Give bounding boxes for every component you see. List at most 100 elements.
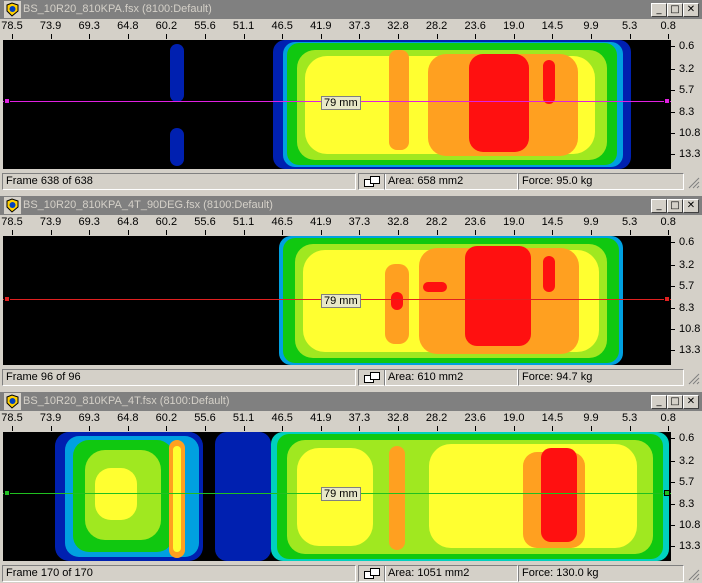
measure-handle-left[interactable] (4, 490, 10, 496)
x-tick-mark (591, 426, 592, 431)
x-tick-mark (205, 230, 206, 235)
x-tick-mark (630, 426, 631, 431)
close-button[interactable]: ✕ (683, 199, 699, 213)
windows-icon (364, 372, 380, 383)
window-title: BS_10R20_810KPA.fsx (8100:Default) (23, 3, 212, 15)
title-bar[interactable]: BS_10R20_810KPA_4T_90DEG.fsx (8100:Defau… (0, 196, 702, 215)
view-toggle[interactable] (358, 369, 386, 386)
x-axis-ruler: 78.5 73.9 69.3 64.8 60.2 55.6 51.1 46.5 41.9 37.3… (0, 411, 702, 432)
x-tick-label: 69.3 (78, 412, 100, 424)
x-tick-label: 55.6 (194, 412, 216, 424)
pressure-region (391, 292, 403, 310)
measure-handle-left[interactable] (4, 296, 10, 302)
y-tick-mark (671, 154, 675, 155)
minimize-button[interactable]: _ (651, 3, 667, 17)
minimize-button[interactable]: _ (651, 199, 667, 213)
x-tick-mark (475, 230, 476, 235)
windows-icon (364, 568, 380, 579)
x-tick-mark (668, 426, 669, 431)
x-tick-label: 73.9 (39, 20, 62, 32)
x-tick-mark (668, 34, 669, 39)
pressure-map[interactable]: 79 mm (3, 432, 671, 561)
measure-handle-left[interactable] (4, 98, 10, 104)
x-tick-mark (128, 230, 129, 235)
x-tick-mark (282, 426, 283, 431)
y-tick-mark (671, 525, 675, 526)
x-tick-mark (475, 34, 476, 39)
frame-counter: Frame 170 of 170 (2, 565, 356, 582)
x-tick-mark (244, 426, 245, 431)
x-tick-mark (12, 426, 13, 431)
y-tick-mark (671, 90, 675, 91)
pressure-window-2[interactable]: BS_10R20_810KPA_4T_90DEG.fsx (8100:Defau… (0, 196, 702, 387)
x-tick-label: 0.8 (660, 216, 676, 228)
x-tick-mark (437, 426, 438, 431)
y-tick-label: 0.6 (679, 236, 695, 248)
title-bar[interactable]: BS_10R20_810KPA_4T.fsx (8100:Default) _ … (0, 392, 702, 411)
pressure-map[interactable]: 79 mm (3, 236, 671, 365)
x-tick-label: 73.9 (39, 216, 62, 228)
y-tick-mark (671, 46, 675, 47)
resize-grip-icon[interactable] (688, 373, 700, 385)
pressure-region (173, 446, 181, 552)
pressure-window-3[interactable]: BS_10R20_810KPA_4T.fsx (8100:Default) _ … (0, 392, 702, 583)
x-tick-mark (359, 34, 360, 39)
x-tick-mark (514, 34, 515, 39)
x-tick-label: 19.0 (503, 412, 525, 424)
y-tick-mark (671, 242, 675, 243)
measure-handle-right[interactable] (664, 98, 670, 104)
x-tick-mark (282, 230, 283, 235)
view-toggle[interactable] (358, 565, 386, 582)
x-tick-label: 19.0 (503, 216, 525, 228)
y-tick-label: 0.6 (679, 40, 695, 52)
x-tick-label: 19.0 (503, 20, 525, 32)
resize-grip-icon[interactable] (688, 569, 700, 581)
x-tick-label: 64.8 (117, 20, 139, 32)
area-readout: Area: 610 mm2 (384, 369, 518, 386)
maximize-button[interactable]: □ (667, 199, 683, 213)
pressure-region (170, 44, 184, 102)
minimize-button[interactable]: _ (651, 395, 667, 409)
x-tick-label: 9.9 (583, 412, 599, 424)
pressure-window-1[interactable]: BS_10R20_810KPA.fsx (8100:Default) _ □ ✕… (0, 0, 702, 191)
measure-label: 79 mm (321, 294, 361, 308)
x-tick-label: 32.8 (387, 20, 409, 32)
measure-handle-right[interactable] (664, 490, 670, 496)
x-tick-mark (321, 34, 322, 39)
x-tick-mark (359, 426, 360, 431)
pressure-map[interactable]: 79 mm (3, 40, 671, 169)
title-bar[interactable]: BS_10R20_810KPA.fsx (8100:Default) _ □ ✕ (0, 0, 702, 19)
maximize-button[interactable]: □ (667, 3, 683, 17)
x-tick-label: 32.8 (387, 216, 409, 228)
x-tick-mark (244, 34, 245, 39)
y-tick-mark (671, 546, 675, 547)
x-tick-label: 51.1 (232, 20, 255, 32)
x-tick-label: 46.5 (271, 216, 293, 228)
pressure-region (389, 446, 405, 550)
x-tick-mark (51, 34, 52, 39)
app-icon (4, 1, 21, 18)
measure-label: 79 mm (321, 487, 361, 501)
pressure-region (465, 246, 531, 346)
y-tick-mark (671, 438, 675, 439)
x-tick-mark (668, 230, 669, 235)
pressure-region (543, 256, 555, 292)
maximize-button[interactable]: □ (667, 395, 683, 409)
view-toggle[interactable] (358, 173, 386, 190)
x-tick-mark (398, 34, 399, 39)
close-button[interactable]: ✕ (683, 3, 699, 17)
status-bar: Frame 638 of 638 Area: 658 mm2 Force: 95… (0, 171, 702, 191)
x-tick-label: 69.3 (78, 20, 100, 32)
close-button[interactable]: ✕ (683, 395, 699, 409)
x-axis-ruler: 78.5 73.9 69.3 64.8 60.2 55.6 51.1 46.5 41.9 37.3… (0, 215, 702, 236)
resize-grip-icon[interactable] (688, 177, 700, 189)
pressure-region (541, 448, 577, 542)
x-tick-label: 23.6 (464, 20, 486, 32)
x-axis-ruler: 78.5 73.9 69.3 64.8 60.2 55.6 51.1 46.5 41.9 37.3… (0, 19, 702, 40)
y-tick-mark (671, 265, 675, 266)
x-tick-label: 41.9 (310, 412, 332, 424)
x-tick-label: 14.5 (541, 412, 564, 424)
measure-handle-right[interactable] (664, 296, 670, 302)
x-tick-label: 51.1 (232, 216, 255, 228)
x-tick-mark (514, 426, 515, 431)
